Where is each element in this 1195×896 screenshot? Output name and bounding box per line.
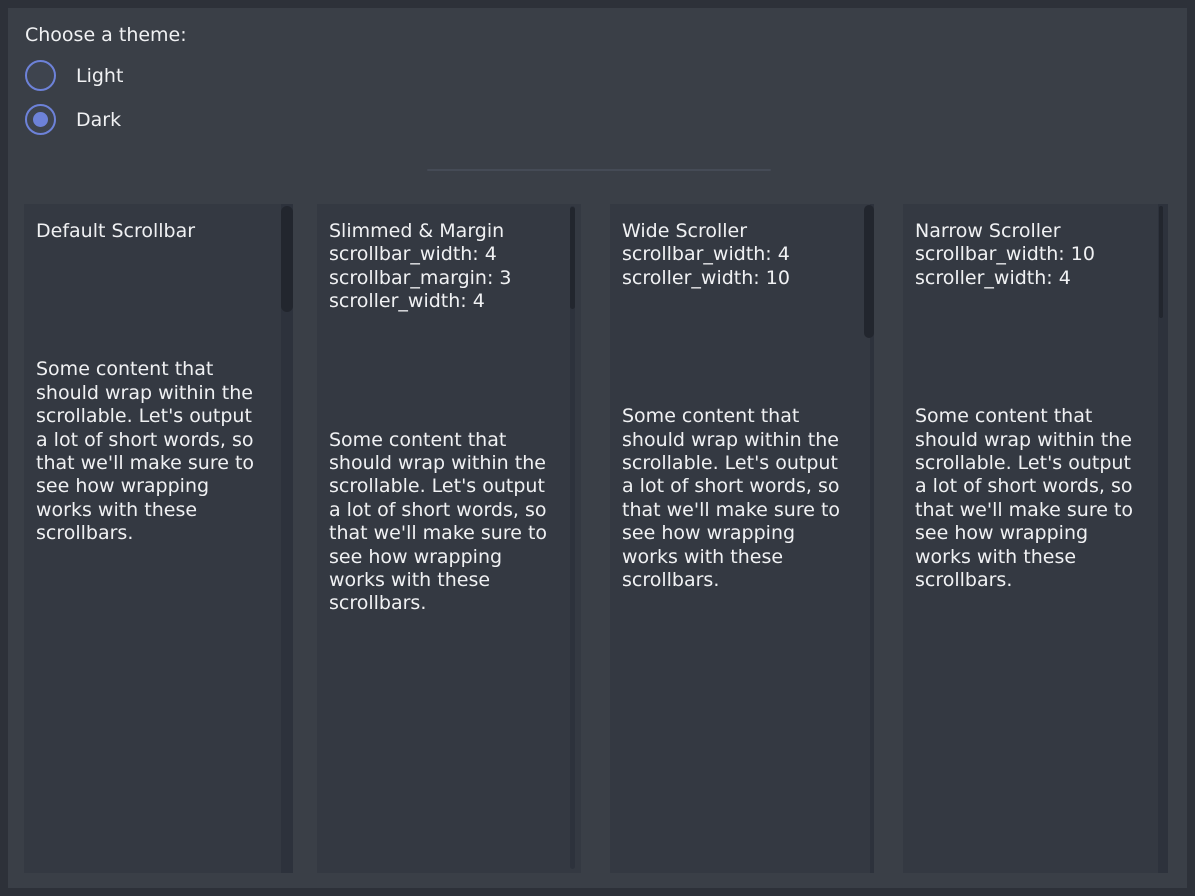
panel-body: Some content thatshould wrap within thes… — [36, 358, 293, 545]
radio-button-icon[interactable] — [25, 104, 56, 135]
panel-default-scrollbar[interactable]: Default Scrollbar Some content thatshoul… — [24, 204, 293, 873]
text-line: should wrap within the — [329, 452, 581, 475]
text-line: scrollbar_margin: 3 — [329, 267, 581, 290]
text-line: should wrap within the — [36, 382, 293, 405]
radio-option-light[interactable]: Light — [25, 60, 123, 91]
text-line: that we'll make sure to — [329, 522, 581, 545]
text-line: scroller_width: 4 — [329, 290, 581, 313]
text-line: should wrap within the — [915, 429, 1168, 452]
radio-option-dark[interactable]: Dark — [25, 104, 121, 135]
text-line: a lot of short words, so — [36, 429, 293, 452]
text-line: Some content that — [36, 358, 293, 381]
panel-header: Default Scrollbar — [36, 220, 293, 243]
radio-label-light: Light — [76, 65, 123, 87]
panel-wide-scroller[interactable]: Wide Scrollerscrollbar_width: 4scroller_… — [610, 204, 874, 873]
text-line: works with these — [36, 499, 293, 522]
text-line: scrollbars. — [622, 569, 874, 592]
text-line: Some content that — [622, 405, 874, 428]
text-line: scrollbars. — [329, 592, 581, 615]
radio-button-icon[interactable] — [25, 60, 56, 91]
panel-header: Slimmed & Marginscrollbar_width: 4scroll… — [329, 220, 581, 314]
radio-label-dark: Dark — [76, 109, 121, 131]
panel-header: Narrow Scrollerscrollbar_width: 10scroll… — [915, 220, 1168, 290]
text-line: should wrap within the — [622, 429, 874, 452]
text-line: Default Scrollbar — [36, 220, 293, 243]
text-line: that we'll make sure to — [36, 452, 293, 475]
text-line: scrollbar_width: 4 — [622, 243, 874, 266]
text-line: see how wrapping — [329, 546, 581, 569]
panel-body: Some content thatshould wrap within thes… — [915, 405, 1168, 592]
text-line: a lot of short words, so — [329, 499, 581, 522]
vertical-scrollbar-thumb[interactable] — [1159, 206, 1163, 318]
text-line: scrollable. Let's output — [915, 452, 1168, 475]
text-line: scrollbars. — [36, 522, 293, 545]
text-line: works with these — [915, 546, 1168, 569]
panel-header: Wide Scrollerscrollbar_width: 4scroller_… — [622, 220, 874, 290]
vertical-scrollbar-thumb[interactable] — [864, 205, 874, 338]
text-line: Some content that — [329, 429, 581, 452]
text-line: scroller_width: 4 — [915, 267, 1168, 290]
text-line: scrollbars. — [915, 569, 1168, 592]
text-line: Slimmed & Margin — [329, 220, 581, 243]
theme-legend: Choose a theme: — [25, 23, 187, 47]
text-line: scrollable. Let's output — [329, 475, 581, 498]
panel-body: Some content thatshould wrap within thes… — [622, 405, 874, 592]
text-line: that we'll make sure to — [915, 499, 1168, 522]
panel-body: Some content thatshould wrap within thes… — [329, 429, 581, 616]
text-line: a lot of short words, so — [915, 475, 1168, 498]
panel-slimmed-and-margin[interactable]: Slimmed & Marginscrollbar_width: 4scroll… — [317, 204, 581, 873]
text-line: a lot of short words, so — [622, 475, 874, 498]
text-line: see how wrapping — [36, 475, 293, 498]
vertical-scrollbar-thumb[interactable] — [570, 207, 575, 309]
panel-narrow-scroller[interactable]: Narrow Scrollerscrollbar_width: 10scroll… — [903, 204, 1168, 873]
text-line: scrollbar_width: 4 — [329, 243, 581, 266]
text-line: scrollable. Let's output — [622, 452, 874, 475]
text-line: works with these — [622, 546, 874, 569]
text-line: Wide Scroller — [622, 220, 874, 243]
text-line: works with these — [329, 569, 581, 592]
text-line: scrollbar_width: 10 — [915, 243, 1168, 266]
radio-selected-dot — [33, 112, 48, 127]
text-line: scrollable. Let's output — [36, 405, 293, 428]
text-line: Narrow Scroller — [915, 220, 1168, 243]
app-window: Choose a theme: Light Dark Default Scrol… — [8, 8, 1187, 888]
text-line: see how wrapping — [622, 522, 874, 545]
text-line: scroller_width: 10 — [622, 267, 874, 290]
divider — [427, 169, 771, 171]
text-line: Some content that — [915, 405, 1168, 428]
text-line: that we'll make sure to — [622, 499, 874, 522]
vertical-scrollbar-thumb[interactable] — [281, 206, 293, 312]
text-line: see how wrapping — [915, 522, 1168, 545]
